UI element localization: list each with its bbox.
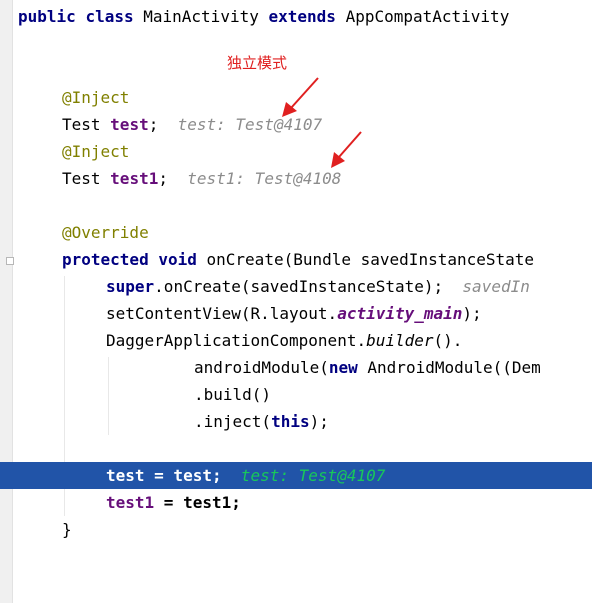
red-arrow-icon [331, 131, 362, 168]
red-arrow-icon [282, 77, 319, 117]
annotation-arrows [282, 77, 362, 168]
